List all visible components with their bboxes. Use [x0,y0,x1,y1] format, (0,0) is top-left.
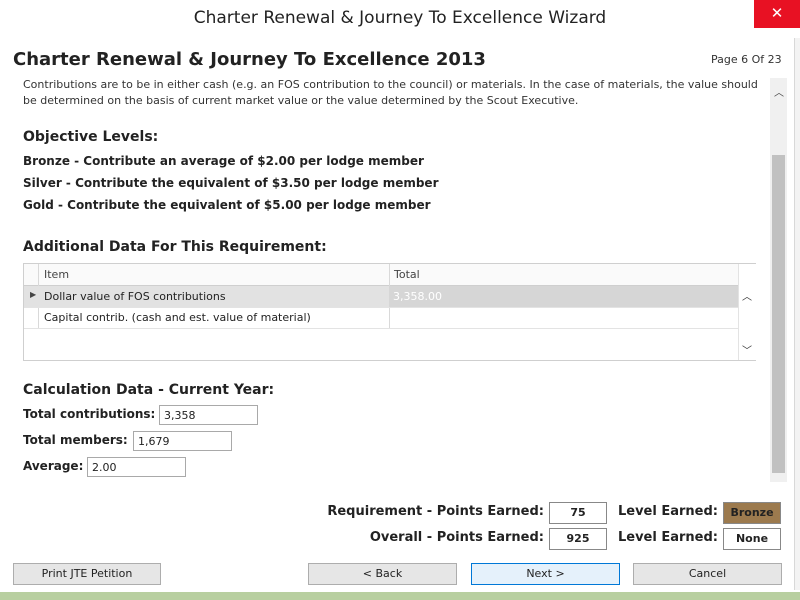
page-title: Charter Renewal & Journey To Excellence … [13,49,486,70]
requirement-level-badge: Bronze [723,502,781,524]
additional-data-grid[interactable]: Item Total ▶ Dollar value of FOS contrib… [23,263,756,361]
overall-level-badge: None [723,528,781,550]
total-contributions-field[interactable] [159,405,258,425]
row-total: 3,358.00 [393,290,442,303]
requirement-points-value: 75 [549,502,607,524]
additional-data-heading: Additional Data For This Requirement: [23,239,327,255]
objective-bronze: Bronze - Contribute an average of $2.00 … [23,154,424,168]
next-button[interactable]: Next > [471,563,620,585]
grid-header: Item Total [24,264,738,286]
objective-silver: Silver - Contribute the equivalent of $3… [23,176,439,190]
window-title: Charter Renewal & Journey To Excellence … [193,8,607,28]
chevron-down-icon[interactable]: ﹀ [742,342,752,357]
close-button[interactable]: ✕ [754,0,800,28]
back-button[interactable]: < Back [308,563,457,585]
requirement-points-label: Requirement - Points Earned: [327,504,544,519]
table-row[interactable]: ▶ Dollar value of FOS contributions 3,35… [24,286,738,308]
scrollbar-thumb[interactable] [772,155,785,473]
row-item: Dollar value of FOS contributions [44,290,226,303]
main-scrollbar[interactable]: ︿ [770,78,787,482]
row-item: Capital contrib. (cash and est. value of… [44,311,311,324]
window-edge [794,38,800,590]
total-members-label: Total members: [23,433,128,447]
chevron-up-icon[interactable]: ︿ [774,84,784,99]
average-field[interactable] [87,457,186,477]
objective-levels-heading: Objective Levels: [23,129,159,145]
close-icon: ✕ [770,4,784,22]
column-header-item[interactable]: Item [44,268,69,281]
grid-scrollbar[interactable]: ︿ ﹀ [738,264,756,360]
row-total-cell[interactable]: 3,358.00 [389,286,738,307]
overall-points-value: 925 [549,528,607,550]
row-selector-icon: ▶ [30,290,37,299]
cancel-button[interactable]: Cancel [633,563,782,585]
overall-points-label: Overall - Points Earned: [369,530,544,545]
row-total-cell[interactable] [389,307,738,328]
title-bar: Charter Renewal & Journey To Excellence … [0,0,800,38]
average-label: Average: [23,459,84,473]
total-contributions-label: Total contributions: [23,407,156,421]
page-indicator: Page 6 Of 23 [711,53,782,66]
chevron-up-icon[interactable]: ︿ [742,288,752,303]
total-members-field[interactable] [133,431,232,451]
window-bottom-edge [0,592,800,600]
calculation-heading: Calculation Data - Current Year: [23,382,275,398]
objective-gold: Gold - Contribute the equivalent of $5.0… [23,198,431,212]
requirement-level-label: Level Earned: [617,504,718,519]
content-pane: Contributions are to be in either cash (… [0,78,770,482]
print-jte-petition-button[interactable]: Print JTE Petition [13,563,161,585]
column-header-total[interactable]: Total [394,268,420,281]
overall-level-label: Level Earned: [617,530,718,545]
intro-text: Contributions are to be in either cash (… [23,78,758,107]
table-row[interactable]: Capital contrib. (cash and est. value of… [24,307,738,329]
